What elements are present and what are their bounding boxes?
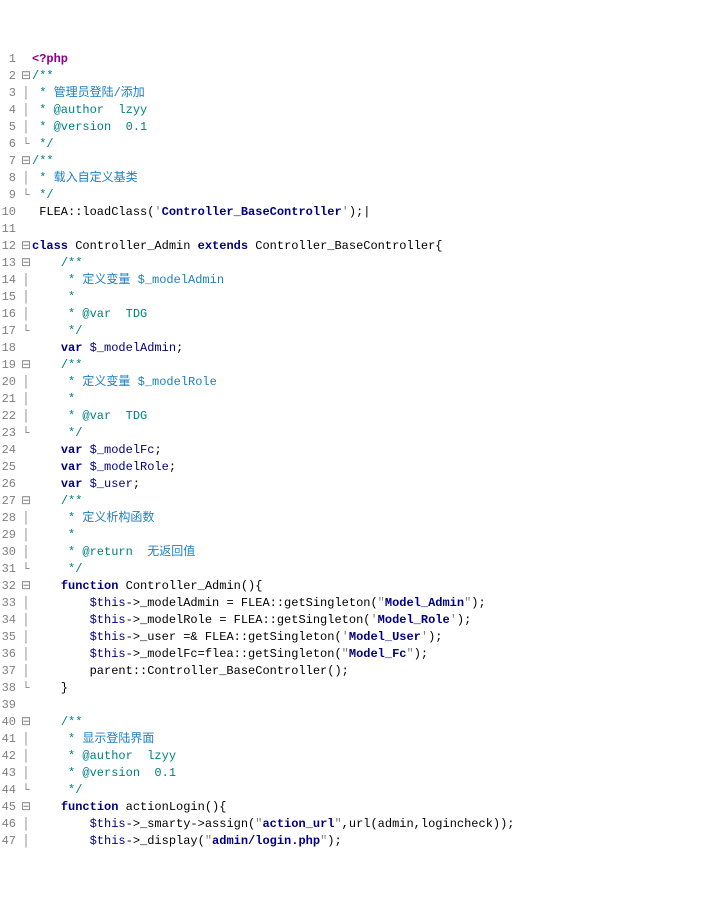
code-line: class Controller_Admin extends Controlle… [32,238,705,255]
line-number-gutter: 1 2 3 4 5 6 7 8 9 10 11 12 13 14 15 16 1… [0,51,20,850]
code-line: * [32,289,705,306]
code-line: $this->_smarty->assign("action_url",url(… [32,816,705,833]
code-line: FLEA::loadClass('Controller_BaseControll… [32,204,705,221]
code-line: * @return 无返回值 [32,544,705,561]
code-line: * 载入自定义基类 [32,170,705,187]
code-line: var $_modelRole; [32,459,705,476]
code-line: $this->_user =& FLEA::getSingleton('Mode… [32,629,705,646]
code-line [32,697,705,714]
code-area: <?php/** * 管理员登陆/添加 * @author lzyy * @ve… [32,51,705,850]
code-line: * @version 0.1 [32,765,705,782]
code-editor: 1 2 3 4 5 6 7 8 9 10 11 12 13 14 15 16 1… [0,51,705,850]
code-line: * 管理员登陆/添加 [32,85,705,102]
code-line: } [32,680,705,697]
code-line: /** [32,255,705,272]
code-line: * 显示登陆界面 [32,731,705,748]
code-line: /** [32,714,705,731]
code-line: /** [32,493,705,510]
code-line: */ [32,323,705,340]
code-line: * @version 0.1 [32,119,705,136]
fold-gutter: ⊟ │ │ │ └ ⊟ │ └ ⊟ ⊟ │ │ │ └ ⊟ │ │ │ └ ⊟ … [20,51,32,850]
code-line: /** [32,357,705,374]
code-line [32,221,705,238]
code-line: <?php [32,51,705,68]
code-line: function actionLogin(){ [32,799,705,816]
code-line: * 定义析构函数 [32,510,705,527]
code-line: $this->_modelFc=flea::getSingleton("Mode… [32,646,705,663]
code-line: $this->_display("admin/login.php"); [32,833,705,850]
code-line: /** [32,153,705,170]
code-line: * @author lzyy [32,102,705,119]
code-line: * @var TDG [32,306,705,323]
code-line: */ [32,187,705,204]
code-line: /** [32,68,705,85]
code-line: */ [32,561,705,578]
code-line: var $_modelFc; [32,442,705,459]
code-line: * [32,527,705,544]
code-line: */ [32,425,705,442]
code-line: function Controller_Admin(){ [32,578,705,595]
code-line: var $_modelAdmin; [32,340,705,357]
code-line: $this->_modelRole = FLEA::getSingleton('… [32,612,705,629]
code-line: parent::Controller_BaseController(); [32,663,705,680]
code-line: * @var TDG [32,408,705,425]
code-line: */ [32,782,705,799]
code-line: $this->_modelAdmin = FLEA::getSingleton(… [32,595,705,612]
code-line: * 定义变量 $_modelAdmin [32,272,705,289]
code-line: * @author lzyy [32,748,705,765]
code-line: * [32,391,705,408]
code-line: var $_user; [32,476,705,493]
code-line: */ [32,136,705,153]
code-line: * 定义变量 $_modelRole [32,374,705,391]
